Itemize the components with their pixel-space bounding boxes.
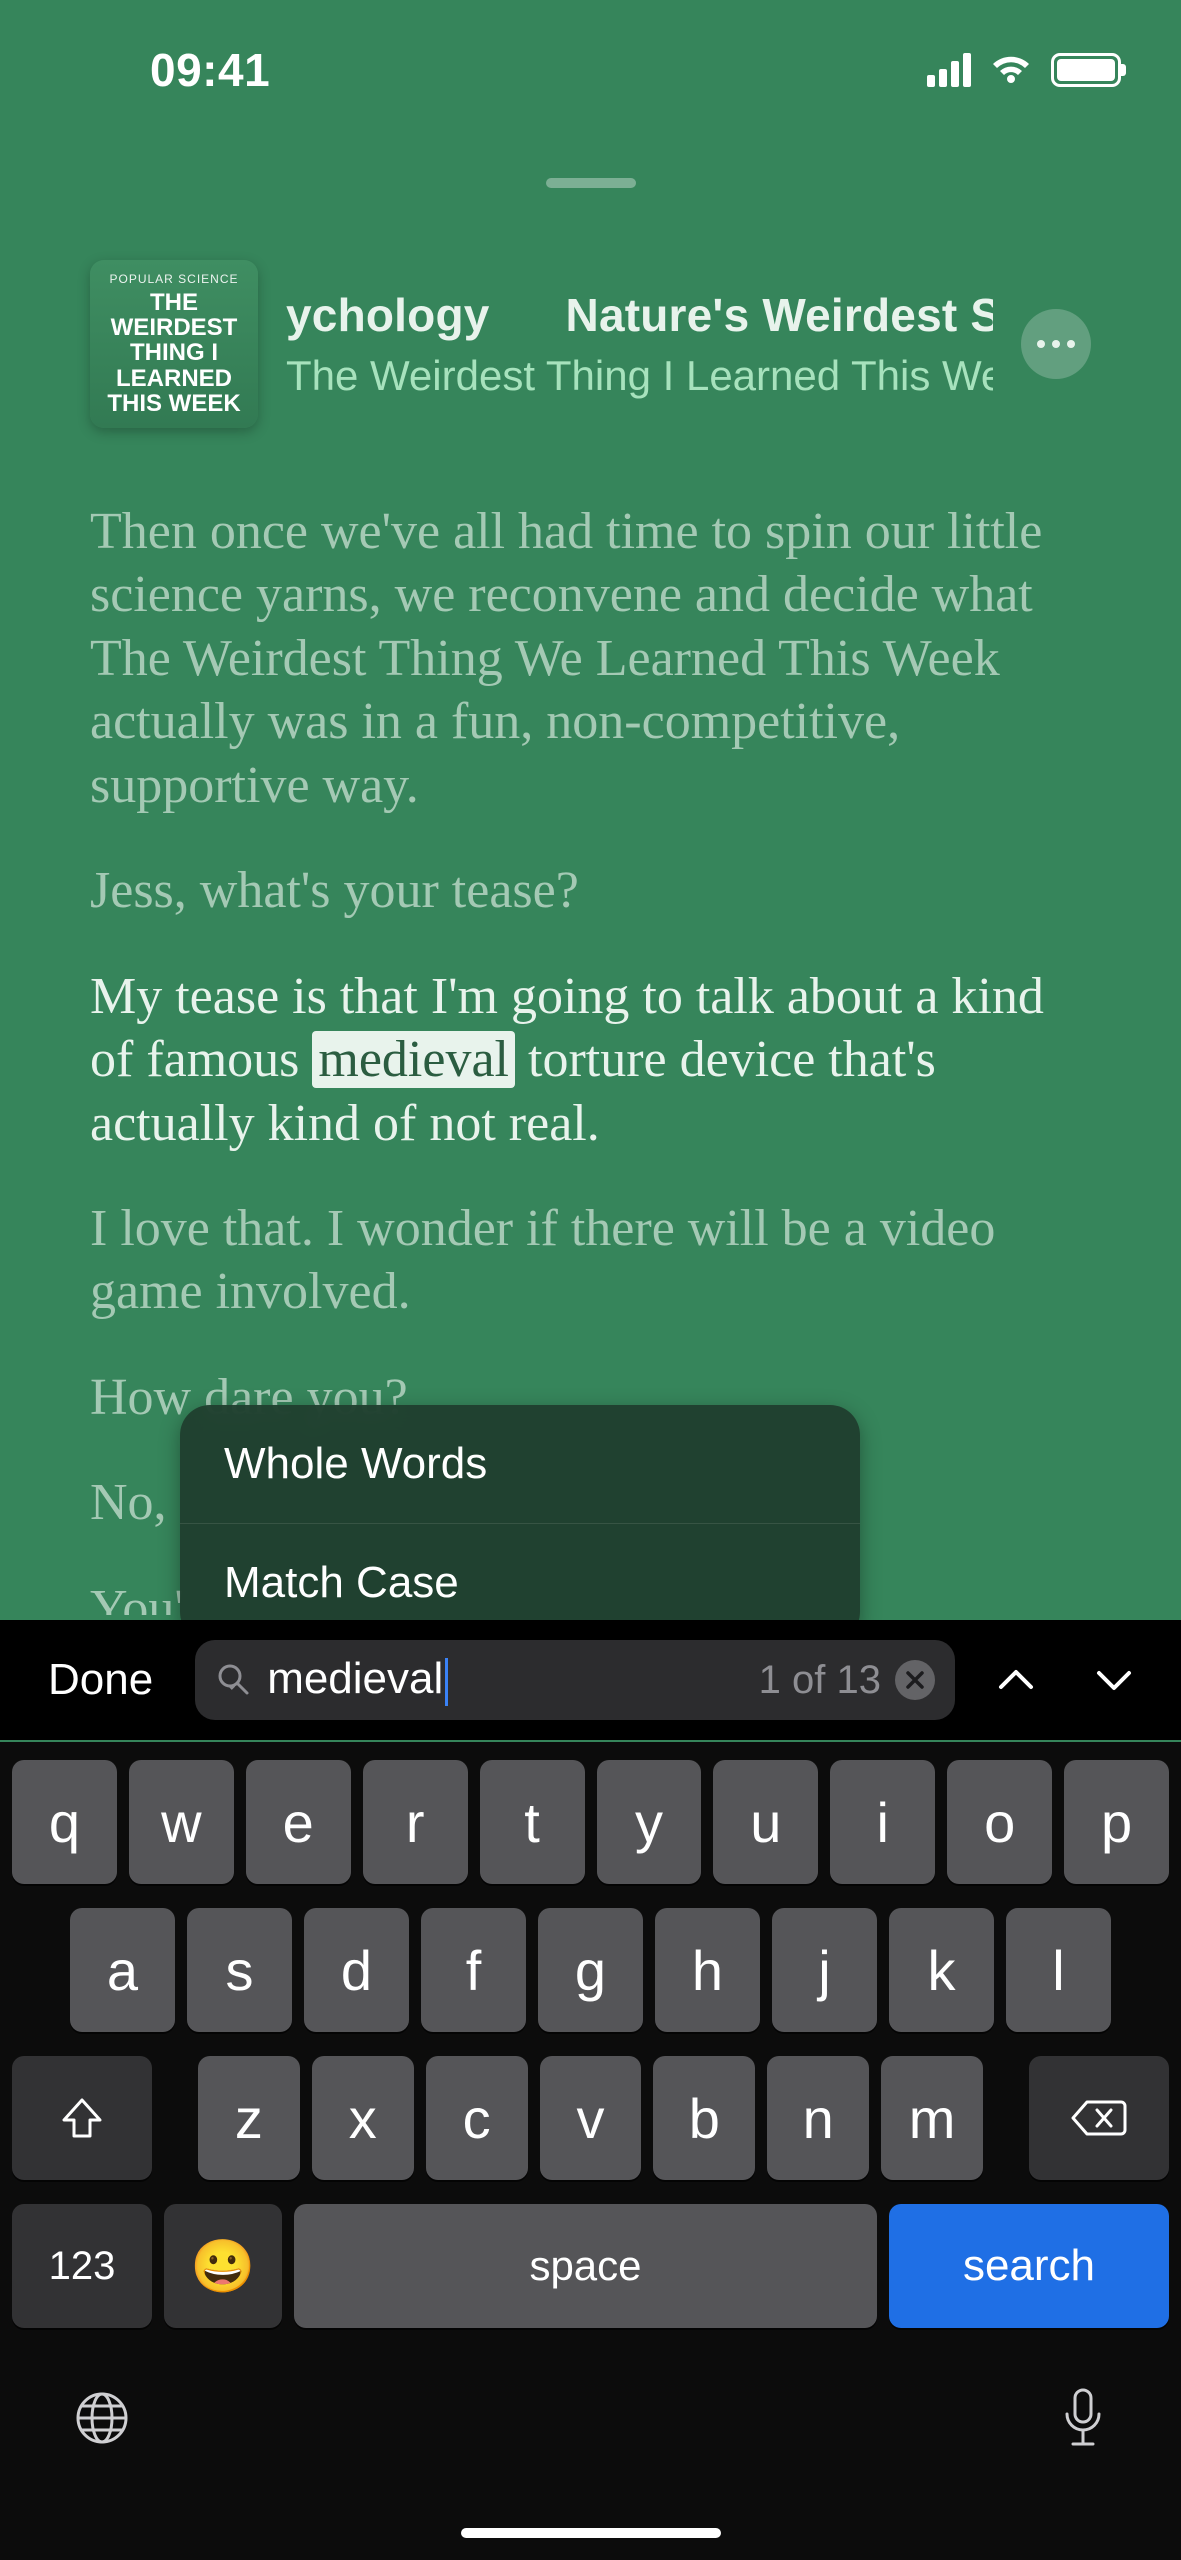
key-p[interactable]: p (1064, 1760, 1169, 1884)
wifi-icon (989, 53, 1033, 87)
key-c[interactable]: c (426, 2056, 528, 2180)
battery-icon (1051, 53, 1121, 87)
globe-icon (72, 2388, 132, 2448)
transcript-line[interactable]: Then once we've all had time to spin our… (90, 500, 1091, 817)
home-indicator[interactable] (461, 2528, 721, 2538)
key-d[interactable]: d (304, 1908, 409, 2032)
search-input[interactable]: medieval (267, 1654, 744, 1705)
key-g[interactable]: g (538, 1908, 643, 2032)
key-k[interactable]: k (889, 1908, 994, 2032)
find-bar: Done medieval 1 of 13 (0, 1620, 1181, 1740)
sheet-grabber[interactable] (546, 178, 636, 188)
keyboard-row-1: qwertyuiop (12, 1760, 1169, 1884)
done-button[interactable]: Done (30, 1655, 171, 1705)
ellipsis-icon (1037, 340, 1075, 348)
shift-key[interactable] (12, 2056, 152, 2180)
key-q[interactable]: q (12, 1760, 117, 1884)
transcript-line[interactable]: I love that. I wonder if there will be a… (90, 1197, 1091, 1324)
numbers-key[interactable]: 123 (12, 2204, 152, 2328)
search-input-value: medieval (267, 1654, 443, 1703)
search-result-count: 1 of 13 (759, 1658, 881, 1703)
globe-key[interactable] (72, 2388, 132, 2448)
key-j[interactable]: j (772, 1908, 877, 2032)
key-y[interactable]: y (597, 1760, 702, 1884)
key-z[interactable]: z (198, 2056, 300, 2180)
key-s[interactable]: s (187, 1908, 292, 2032)
x-icon (904, 1669, 926, 1691)
key-x[interactable]: x (312, 2056, 414, 2180)
key-b[interactable]: b (653, 2056, 755, 2180)
status-time: 09:41 (150, 43, 270, 97)
key-v[interactable]: v (540, 2056, 642, 2180)
transcript-line-active[interactable]: My tease is that I'm going to talk about… (90, 965, 1091, 1155)
key-t[interactable]: t (480, 1760, 585, 1884)
episode-header: POPULAR SCIENCE THE WEIRDEST THING I LEA… (0, 260, 1181, 428)
key-u[interactable]: u (713, 1760, 818, 1884)
search-options-menu: Whole Words Match Case (180, 1405, 860, 1642)
text-caret (445, 1658, 448, 1706)
more-button[interactable] (1021, 309, 1091, 379)
keyboard-bottom-row (12, 2352, 1169, 2470)
artwork-line: THING I (130, 339, 218, 366)
artwork-line: THE (150, 289, 198, 316)
dictation-key[interactable] (1057, 2386, 1109, 2450)
key-f[interactable]: f (421, 1908, 526, 2032)
transcript-line[interactable]: Jess, what's your tease? (90, 859, 1091, 922)
chevron-up-icon (991, 1655, 1041, 1705)
backspace-key[interactable] (1029, 2056, 1169, 2180)
cellular-icon (927, 53, 971, 87)
key-w[interactable]: w (129, 1760, 234, 1884)
chevron-down-icon (1089, 1655, 1139, 1705)
key-h[interactable]: h (655, 1908, 760, 2032)
search-highlight: medieval (312, 1031, 515, 1088)
emoji-key[interactable]: 😀 (164, 2204, 282, 2328)
artwork-small-label: POPULAR SCIENCE (109, 272, 238, 286)
search-key[interactable]: search (889, 2204, 1169, 2328)
podcast-name[interactable]: The Weirdest Thing I Learned This Wee (286, 352, 993, 400)
backspace-icon (1071, 2098, 1127, 2138)
artwork-line: LEARNED (116, 365, 232, 392)
keyboard-row-4: 123 😀 space search (12, 2204, 1169, 2328)
artwork-line: WEIRDEST (111, 314, 238, 341)
podcast-artwork[interactable]: POPULAR SCIENCE THE WEIRDEST THING I LEA… (90, 260, 258, 428)
keyboard-row-2: asdfghjkl (12, 1908, 1169, 2032)
key-m[interactable]: m (881, 2056, 983, 2180)
search-field[interactable]: medieval 1 of 13 (195, 1640, 955, 1720)
key-i[interactable]: i (830, 1760, 935, 1884)
key-n[interactable]: n (767, 2056, 869, 2180)
menu-item-whole-words[interactable]: Whole Words (180, 1405, 860, 1524)
status-indicators (927, 53, 1121, 87)
mic-icon (1057, 2386, 1109, 2450)
header-titles: ychology Nature's Weirdest Sleep E The W… (286, 288, 993, 400)
prev-result-button[interactable] (979, 1655, 1053, 1705)
key-a[interactable]: a (70, 1908, 175, 2032)
status-bar: 09:41 (0, 0, 1181, 140)
next-result-button[interactable] (1077, 1655, 1151, 1705)
search-icon[interactable] (215, 1661, 253, 1699)
episode-title-part: ychology (286, 288, 490, 342)
clear-search-button[interactable] (895, 1660, 935, 1700)
key-l[interactable]: l (1006, 1908, 1111, 2032)
space-key[interactable]: space (294, 2204, 877, 2328)
keyboard: qwertyuiop asdfghjkl zxcvbnm 123 😀 space… (0, 1742, 1181, 2560)
key-r[interactable]: r (363, 1760, 468, 1884)
artwork-line: THIS WEEK (107, 390, 240, 417)
key-e[interactable]: e (246, 1760, 351, 1884)
episode-title-part: Nature's Weirdest Sleep (566, 288, 993, 342)
keyboard-row-3: zxcvbnm (12, 2056, 1169, 2180)
key-o[interactable]: o (947, 1760, 1052, 1884)
shift-icon (58, 2094, 106, 2142)
